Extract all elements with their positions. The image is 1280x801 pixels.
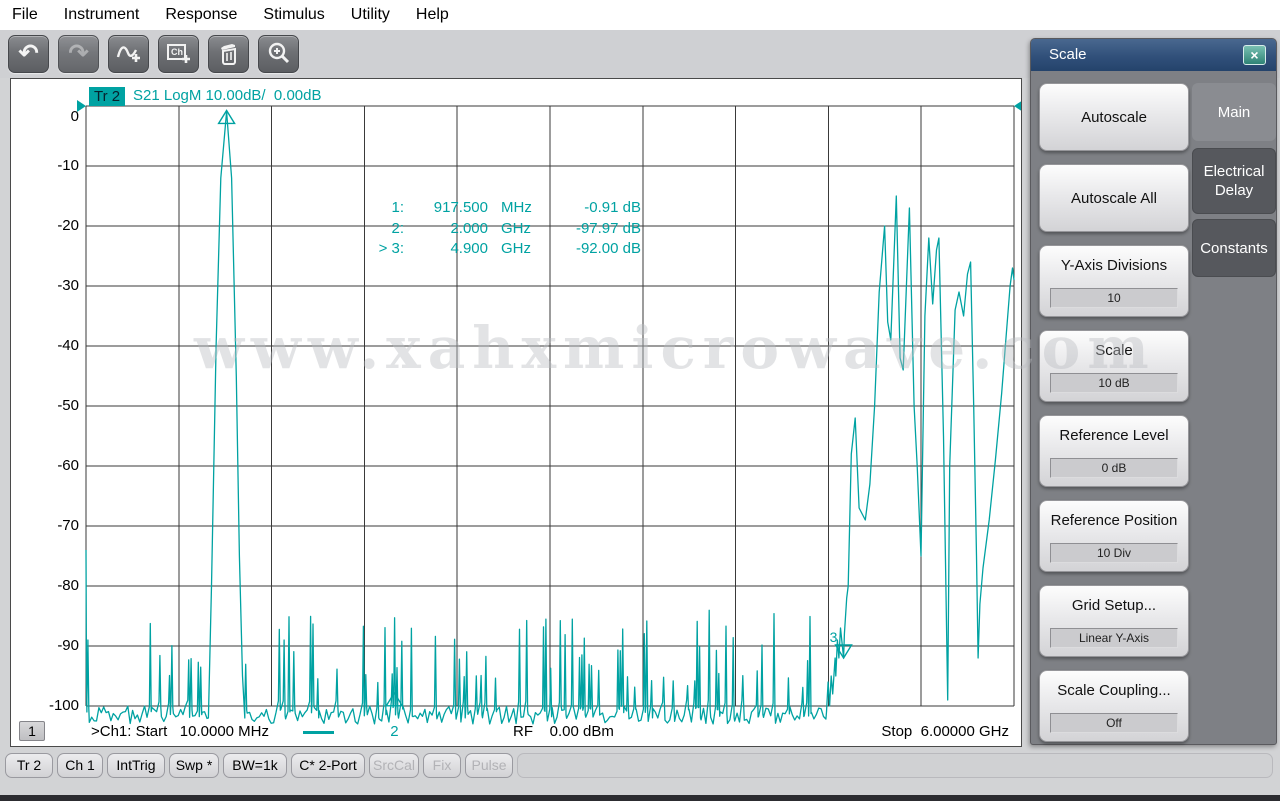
reference-level-value[interactable]: 0 dB bbox=[1050, 458, 1178, 478]
undo-icon: ↶ bbox=[18, 42, 38, 66]
trash-icon bbox=[217, 41, 241, 67]
y-tick-80: -80 bbox=[19, 577, 79, 595]
add-trace-icon bbox=[115, 41, 143, 67]
marker2-axis-label: 2 bbox=[390, 723, 398, 740]
delete-button[interactable] bbox=[208, 35, 249, 73]
status-message-field bbox=[517, 753, 1273, 778]
scale-value[interactable]: 10 dB bbox=[1050, 373, 1178, 393]
y-tick-40: -40 bbox=[19, 337, 79, 355]
status-trigger-button[interactable]: IntTrig bbox=[107, 753, 165, 778]
reference-position-label: Reference Position bbox=[1040, 512, 1188, 529]
status-srccal-button[interactable]: SrcCal bbox=[369, 753, 419, 778]
svg-text:Ch: Ch bbox=[171, 47, 183, 57]
marker2-num: 2: bbox=[341, 220, 404, 241]
marker3-num: > 3: bbox=[341, 240, 404, 261]
menu-instrument[interactable]: Instrument bbox=[64, 6, 140, 24]
marker2-unit: GHz bbox=[488, 220, 534, 241]
y-tick-50: -50 bbox=[19, 397, 79, 415]
zoom-button[interactable] bbox=[258, 35, 299, 73]
status-sweep-button[interactable]: Swp * bbox=[169, 753, 219, 778]
marker3-unit: GHz bbox=[488, 240, 534, 261]
menu-response[interactable]: Response bbox=[165, 6, 237, 24]
start-frequency-label: >Ch1: Start 10.0000 MHz bbox=[91, 723, 269, 740]
status-bandwidth-button[interactable]: BW=1k bbox=[223, 753, 287, 778]
scale-label: Scale bbox=[1040, 342, 1188, 359]
y-axis-divisions-label: Y-Axis Divisions bbox=[1040, 257, 1188, 274]
y-axis-divisions-value[interactable]: 10 bbox=[1050, 288, 1178, 308]
autoscale-button[interactable]: Autoscale bbox=[1039, 83, 1189, 151]
redo-button[interactable]: ↷ bbox=[58, 35, 99, 73]
plot-window: 3 Tr 2 S21 LogM 10.00dB/ 0.00dB 0 -10 -2… bbox=[10, 78, 1022, 747]
marker1-freq: 917.500 bbox=[404, 199, 488, 220]
rf-power-label: RF 0.00 dBm bbox=[513, 723, 614, 740]
status-trace-button[interactable]: Tr 2 bbox=[5, 753, 53, 778]
trace-title: S21 LogM 10.00dB/ 0.00dB bbox=[133, 87, 321, 104]
marker1-unit: MHz bbox=[488, 199, 534, 220]
y-tick-90: -90 bbox=[19, 637, 79, 655]
autoscale-label: Autoscale bbox=[1081, 109, 1147, 126]
menu-file[interactable]: File bbox=[12, 6, 38, 24]
channel-1-badge[interactable]: 1 bbox=[19, 721, 45, 741]
reference-level-button[interactable]: Reference Level 0 dB bbox=[1039, 415, 1189, 487]
stop-frequency-label: Stop 6.00000 GHz bbox=[881, 723, 1009, 740]
y-tick-10: -10 bbox=[19, 157, 79, 175]
zoom-icon bbox=[266, 41, 292, 67]
marker2-value: -97.97 dB bbox=[534, 220, 641, 241]
marker3-value: -92.00 dB bbox=[534, 240, 641, 261]
reference-position-button[interactable]: Reference Position 10 Div bbox=[1039, 500, 1189, 572]
grid-setup-label: Grid Setup... bbox=[1040, 597, 1188, 614]
close-button[interactable]: × bbox=[1243, 45, 1266, 65]
status-channel-button[interactable]: Ch 1 bbox=[57, 753, 103, 778]
y-tick-100: -100 bbox=[19, 697, 79, 715]
marker3-freq: 4.900 bbox=[404, 240, 488, 261]
reference-level-label: Reference Level bbox=[1040, 427, 1188, 444]
bottom-strip bbox=[0, 795, 1280, 801]
status-cal-button[interactable]: C* 2-Port bbox=[291, 753, 365, 778]
menu-utility[interactable]: Utility bbox=[351, 6, 390, 24]
marker1-value: -0.91 dB bbox=[534, 199, 641, 220]
y-axis-divisions-button[interactable]: Y-Axis Divisions 10 bbox=[1039, 245, 1189, 317]
marker-readout: 1: 917.500 MHz -0.91 dB 2: 2.000 GHz -97… bbox=[341, 199, 641, 261]
undo-button[interactable]: ↶ bbox=[8, 35, 49, 73]
scale-button[interactable]: Scale 10 dB bbox=[1039, 330, 1189, 402]
scale-coupling-value[interactable]: Off bbox=[1050, 713, 1178, 733]
trace-badge[interactable]: Tr 2 bbox=[89, 87, 125, 106]
y-tick-30: -30 bbox=[19, 277, 79, 295]
marker2-freq: 2.000 bbox=[404, 220, 488, 241]
scale-coupling-label: Scale Coupling... bbox=[1040, 682, 1188, 699]
y-tick-20: -20 bbox=[19, 217, 79, 235]
tab-main[interactable]: Main bbox=[1192, 83, 1276, 141]
status-fix-button[interactable]: Fix bbox=[423, 753, 461, 778]
add-channel-button[interactable]: Ch bbox=[158, 35, 199, 73]
y-tick-60: -60 bbox=[19, 457, 79, 475]
trace-legend-dash bbox=[303, 731, 334, 734]
menu-stimulus[interactable]: Stimulus bbox=[263, 6, 324, 24]
scale-panel-body: Autoscale Autoscale All Y-Axis Divisions… bbox=[1031, 71, 1190, 742]
autoscale-all-label: Autoscale All bbox=[1071, 190, 1157, 207]
grid-setup-value[interactable]: Linear Y-Axis bbox=[1050, 628, 1178, 648]
scale-coupling-button[interactable]: Scale Coupling... Off bbox=[1039, 670, 1189, 742]
scale-panel-titlebar[interactable]: Scale bbox=[1031, 39, 1276, 71]
status-bar: Tr 2 Ch 1 IntTrig Swp * BW=1k C* 2-Port … bbox=[0, 750, 1280, 780]
add-trace-button[interactable] bbox=[108, 35, 149, 73]
status-pulse-button[interactable]: Pulse bbox=[465, 753, 513, 778]
autoscale-all-button[interactable]: Autoscale All bbox=[1039, 164, 1189, 232]
scale-panel: Scale × Autoscale Autoscale All Y-Axis D… bbox=[1030, 38, 1277, 745]
add-channel-icon: Ch bbox=[165, 41, 193, 67]
menu-help[interactable]: Help bbox=[416, 6, 449, 24]
reference-level-indicator-right[interactable] bbox=[1014, 100, 1021, 112]
menu-bar: File Instrument Response Stimulus Utilit… bbox=[0, 0, 1280, 30]
y-tick-0: 0 bbox=[19, 108, 79, 126]
grid-setup-button[interactable]: Grid Setup... Linear Y-Axis bbox=[1039, 585, 1189, 657]
scale-panel-tabs: Main Electrical Delay Constants bbox=[1188, 83, 1276, 282]
marker1-num: 1: bbox=[341, 199, 404, 220]
reference-position-value[interactable]: 10 Div bbox=[1050, 543, 1178, 563]
y-tick-70: -70 bbox=[19, 517, 79, 535]
tab-constants[interactable]: Constants bbox=[1192, 219, 1276, 277]
svg-text:3: 3 bbox=[830, 629, 838, 645]
tab-electrical-delay[interactable]: Electrical Delay bbox=[1192, 148, 1276, 214]
plot-canvas: 3 bbox=[11, 79, 1021, 746]
redo-icon: ↷ bbox=[68, 42, 88, 66]
